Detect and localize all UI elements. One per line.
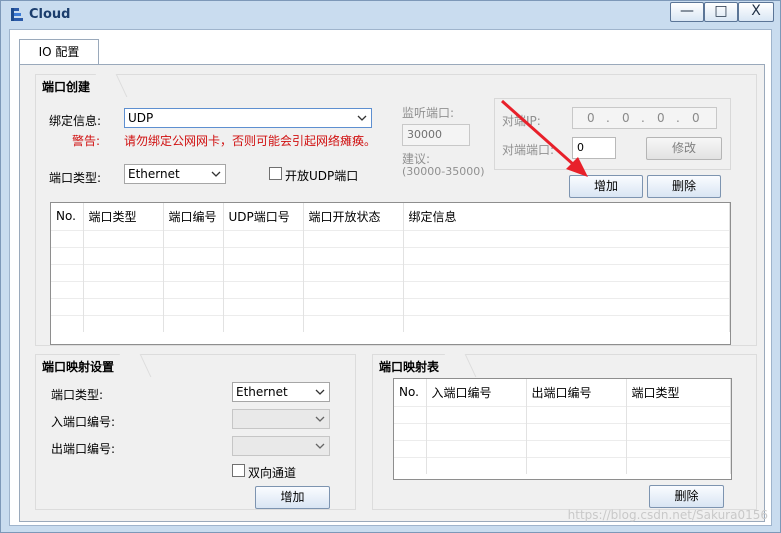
chevron-down-icon	[315, 416, 325, 422]
mapping-port-type-label: 端口类型:	[51, 388, 104, 402]
chevron-down-icon	[357, 115, 367, 121]
window-title: Cloud	[29, 7, 71, 22]
client-area: IO 配置 端口创建 绑定信息: UDP 警告: 请勿绑定公网网卡，否则可能会引…	[9, 29, 772, 526]
column-header[interactable]: No.	[394, 379, 427, 406]
table-row	[394, 456, 731, 474]
table-row	[51, 246, 730, 264]
port-create-title: 端口创建	[35, 74, 113, 96]
mapping-port-type-value: Ethernet	[236, 385, 288, 399]
table-row	[394, 405, 731, 423]
suggest-range: (30000-35000)	[402, 165, 485, 178]
in-port-select[interactable]	[232, 409, 330, 429]
peer-ip-octet-2: 0	[622, 111, 630, 125]
title-bar[interactable]: Cloud — □ X	[1, 1, 780, 29]
column-header[interactable]: 入端口编号	[426, 379, 527, 406]
out-port-select[interactable]	[232, 436, 330, 456]
table-header-row: No. 入端口编号 出端口编号 端口类型	[394, 379, 731, 406]
bidirectional-label: 双向通道	[248, 466, 297, 480]
in-port-label: 入端口编号:	[51, 415, 116, 429]
red-arrow-annotation	[501, 99, 588, 177]
port-create-group: 端口创建 绑定信息: UDP 警告: 请勿绑定公网网卡，否则可能会引起网络瘫痪。…	[35, 74, 757, 346]
table-header-row: No. 端口类型 端口编号 UDP端口号 端口开放状态 绑定信息	[51, 203, 730, 230]
listen-port-label: 监听端口:	[402, 106, 455, 120]
delete-port-button[interactable]: 删除	[647, 175, 721, 198]
peer-ip-octet-4: 0	[692, 111, 700, 125]
port-type-value: Ethernet	[128, 167, 180, 181]
bind-info-select[interactable]: UDP	[124, 108, 372, 128]
open-udp-label: 开放UDP端口	[285, 169, 359, 183]
port-table[interactable]: No. 端口类型 端口编号 UDP端口号 端口开放状态 绑定信息	[50, 202, 731, 345]
close-button[interactable]: X	[738, 2, 774, 22]
maximize-button[interactable]: □	[704, 2, 738, 22]
column-header[interactable]: 端口类型	[626, 379, 731, 406]
column-header[interactable]: 端口类型	[83, 203, 164, 230]
mapping-table-title: 端口映射表	[372, 354, 462, 376]
port-mapping-group: 端口映射设置 端口类型: Ethernet 入端口编号: 出端口编号: 双向通道…	[35, 354, 356, 510]
table-row	[51, 229, 730, 247]
port-mapping-title: 端口映射设置	[35, 354, 137, 376]
chevron-down-icon	[315, 443, 325, 449]
out-port-label: 出端口编号:	[51, 442, 116, 456]
watermark: https://blog.csdn.net/Sakura0156	[567, 508, 768, 522]
delete-mapping-button[interactable]: 删除	[649, 485, 724, 508]
column-header[interactable]: 出端口编号	[526, 379, 627, 406]
column-header[interactable]: No.	[51, 203, 84, 230]
bidirectional-checkbox[interactable]	[232, 464, 245, 477]
column-header[interactable]: 绑定信息	[403, 203, 730, 230]
table-row	[51, 263, 730, 281]
modify-button[interactable]: 修改	[646, 137, 722, 160]
table-row	[51, 280, 730, 298]
ip-dot: .	[676, 111, 680, 125]
mapping-table-group: 端口映射表 No. 入端口编号 出端口编号 端口类型 删除	[372, 354, 757, 510]
mapping-port-type-select[interactable]: Ethernet	[232, 382, 330, 402]
warning-label: 警告:	[72, 134, 101, 148]
port-type-select[interactable]: Ethernet	[124, 164, 226, 184]
table-row	[394, 422, 731, 440]
column-header[interactable]: 端口编号	[163, 203, 224, 230]
tab-io-config[interactable]: IO 配置	[19, 39, 99, 65]
column-header[interactable]: 端口开放状态	[303, 203, 404, 230]
open-udp-checkbox[interactable]	[269, 167, 282, 180]
bind-info-value: UDP	[128, 111, 154, 125]
cloud-app-icon	[11, 8, 23, 21]
table-row	[51, 297, 730, 315]
chevron-down-icon	[315, 389, 325, 395]
cloud-window: Cloud — □ X IO 配置 端口创建 绑定信息: UDP 警告: 请勿绑…	[0, 0, 781, 533]
bind-info-label: 绑定信息:	[49, 114, 102, 128]
ip-dot: .	[606, 111, 610, 125]
warning-text: 请勿绑定公网网卡，否则可能会引起网络瘫痪。	[124, 134, 377, 148]
mapping-table[interactable]: No. 入端口编号 出端口编号 端口类型	[393, 378, 732, 480]
table-row	[51, 314, 730, 332]
column-header[interactable]: UDP端口号	[223, 203, 304, 230]
add-mapping-button[interactable]: 增加	[255, 486, 330, 509]
minimize-button[interactable]: —	[670, 2, 704, 22]
ip-dot: .	[641, 111, 645, 125]
listen-port-input[interactable]: 30000	[402, 124, 470, 146]
chevron-down-icon	[211, 171, 221, 177]
io-config-panel: 端口创建 绑定信息: UDP 警告: 请勿绑定公网网卡，否则可能会引起网络瘫痪。…	[19, 64, 765, 522]
port-type-label: 端口类型:	[49, 171, 102, 185]
table-row	[394, 439, 731, 457]
peer-ip-octet-3: 0	[657, 111, 665, 125]
